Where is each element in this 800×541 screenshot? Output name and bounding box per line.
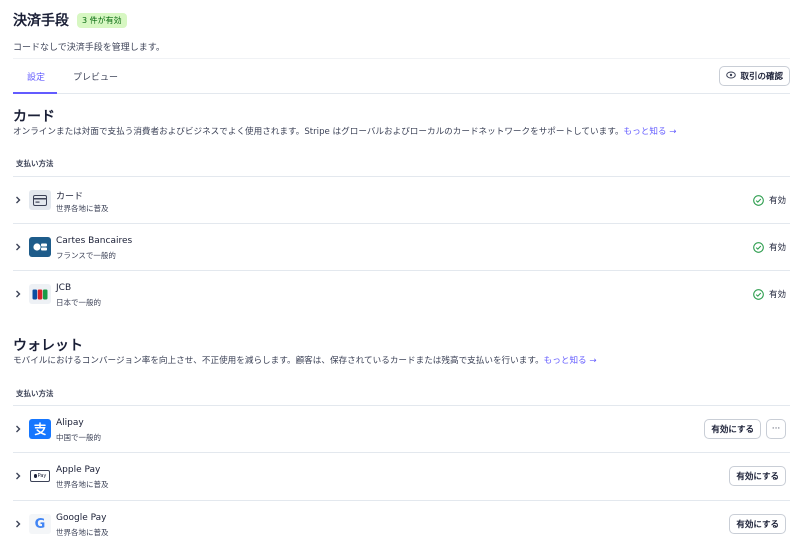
- chevron-right-icon[interactable]: [13, 424, 23, 434]
- enabled-status: 有効: [753, 241, 786, 253]
- wallets-method-header: 支払い方法: [16, 389, 54, 398]
- payment-method-row-cartes-bancaires[interactable]: Cartes Bancaires フランスで一般的 有効: [13, 223, 790, 270]
- chevron-right-icon[interactable]: [13, 471, 23, 481]
- page-title: 決済手段: [13, 13, 69, 29]
- payment-method-availability: フランスで一般的: [56, 251, 116, 260]
- enable-alipay-button[interactable]: 有効にする: [704, 419, 761, 439]
- page-header: 決済手段 3 件が有効 コードなしで決済手段を管理します。: [13, 10, 165, 53]
- page-subtitle: コードなしで決済手段を管理します。: [13, 43, 165, 53]
- chevron-right-icon[interactable]: [13, 519, 23, 529]
- card-logo-icon: [29, 190, 51, 210]
- check-circle-icon: [753, 241, 764, 253]
- apple-logo-icon: [33, 474, 37, 478]
- payment-method-row-jcb[interactable]: JCB 日本で一般的 有効: [13, 270, 790, 317]
- tabs-bar: 設定 プレビュー 取引の確認: [13, 58, 790, 94]
- chevron-right-icon[interactable]: [13, 289, 23, 299]
- cards-method-header: 支払い方法: [16, 159, 54, 168]
- payment-method-availability: 世界各地に普及: [56, 204, 109, 213]
- payment-method-availability: 世界各地に普及: [56, 528, 109, 537]
- confirm-transactions-button[interactable]: 取引の確認: [719, 66, 790, 86]
- google-logo-icon: G: [29, 514, 51, 534]
- apple-pay-logo-icon: Pay: [29, 466, 51, 486]
- wallets-section-title: ウォレット: [13, 338, 83, 354]
- payment-method-availability: 中国で一般的: [56, 433, 101, 442]
- chevron-right-icon[interactable]: [13, 195, 23, 205]
- more-options-button[interactable]: ···: [766, 419, 786, 439]
- apple-pay-logo-text: Pay: [37, 473, 47, 479]
- check-circle-icon: [753, 194, 764, 206]
- enabled-status-label: 有効: [768, 243, 786, 253]
- payment-method-name: Apple Pay: [56, 465, 101, 475]
- payment-method-availability: 世界各地に普及: [56, 480, 109, 489]
- payment-method-row-alipay[interactable]: Alipay 中国で一般的 有効にする ···: [13, 405, 790, 452]
- payment-method-name: Cartes Bancaires: [56, 236, 133, 246]
- payment-method-availability: 日本で一般的: [56, 298, 101, 307]
- google-logo-letter: G: [34, 516, 46, 532]
- enable-apple-pay-button[interactable]: 有効にする: [729, 466, 786, 486]
- enable-google-pay-button[interactable]: 有効にする: [729, 514, 786, 534]
- wallets-description-text: モバイルにおけるコンバージョン率を向上させ、不正使用を減らします。顧客は、保存さ…: [13, 356, 544, 366]
- enabled-status-label: 有効: [768, 290, 786, 300]
- cartes-bancaires-logo-icon: [29, 237, 51, 257]
- wallets-learn-more-link[interactable]: もっと知る →: [544, 356, 597, 366]
- check-circle-icon: [753, 288, 764, 300]
- payment-method-row-apple-pay[interactable]: Pay Apple Pay 世界各地に普及 有効にする: [13, 452, 790, 499]
- payment-method-name: カード: [56, 192, 84, 202]
- tab-preview[interactable]: プレビュー: [73, 70, 118, 83]
- cards-learn-more-link[interactable]: もっと知る →: [624, 127, 677, 137]
- cards-section-description: オンラインまたは対面で支払う消費者およびビジネスでよく使用されます。Stripe…: [13, 125, 676, 137]
- active-tab-indicator: [13, 92, 57, 94]
- enabled-status: 有効: [753, 288, 786, 300]
- payment-method-row-card[interactable]: カード 世界各地に普及 有効: [13, 176, 790, 223]
- cards-description-text: オンラインまたは対面で支払う消費者およびビジネスでよく使用されます。Stripe…: [13, 127, 624, 137]
- payment-method-name: Alipay: [56, 418, 84, 428]
- enabled-status: 有効: [753, 194, 786, 206]
- wallets-section-description: モバイルにおけるコンバージョン率を向上させ、不正使用を減らします。顧客は、保存さ…: [13, 354, 597, 366]
- chevron-right-icon[interactable]: [13, 242, 23, 252]
- tab-settings[interactable]: 設定: [27, 70, 45, 83]
- payment-method-name: Google Pay: [56, 513, 107, 523]
- status-badge: 3 件が有効: [77, 12, 127, 28]
- payment-method-row-google-pay[interactable]: G Google Pay 世界各地に普及 有効にする: [13, 500, 790, 541]
- confirm-transactions-label: 取引の確認: [740, 72, 783, 82]
- jcb-logo-icon: [29, 284, 51, 304]
- apple-pay-badge: Pay: [30, 470, 50, 482]
- cards-section-title: カード: [13, 109, 55, 125]
- enabled-status-label: 有効: [768, 196, 786, 206]
- alipay-logo-icon: [29, 419, 51, 439]
- eye-icon: [726, 71, 737, 82]
- payment-method-name: JCB: [56, 283, 72, 293]
